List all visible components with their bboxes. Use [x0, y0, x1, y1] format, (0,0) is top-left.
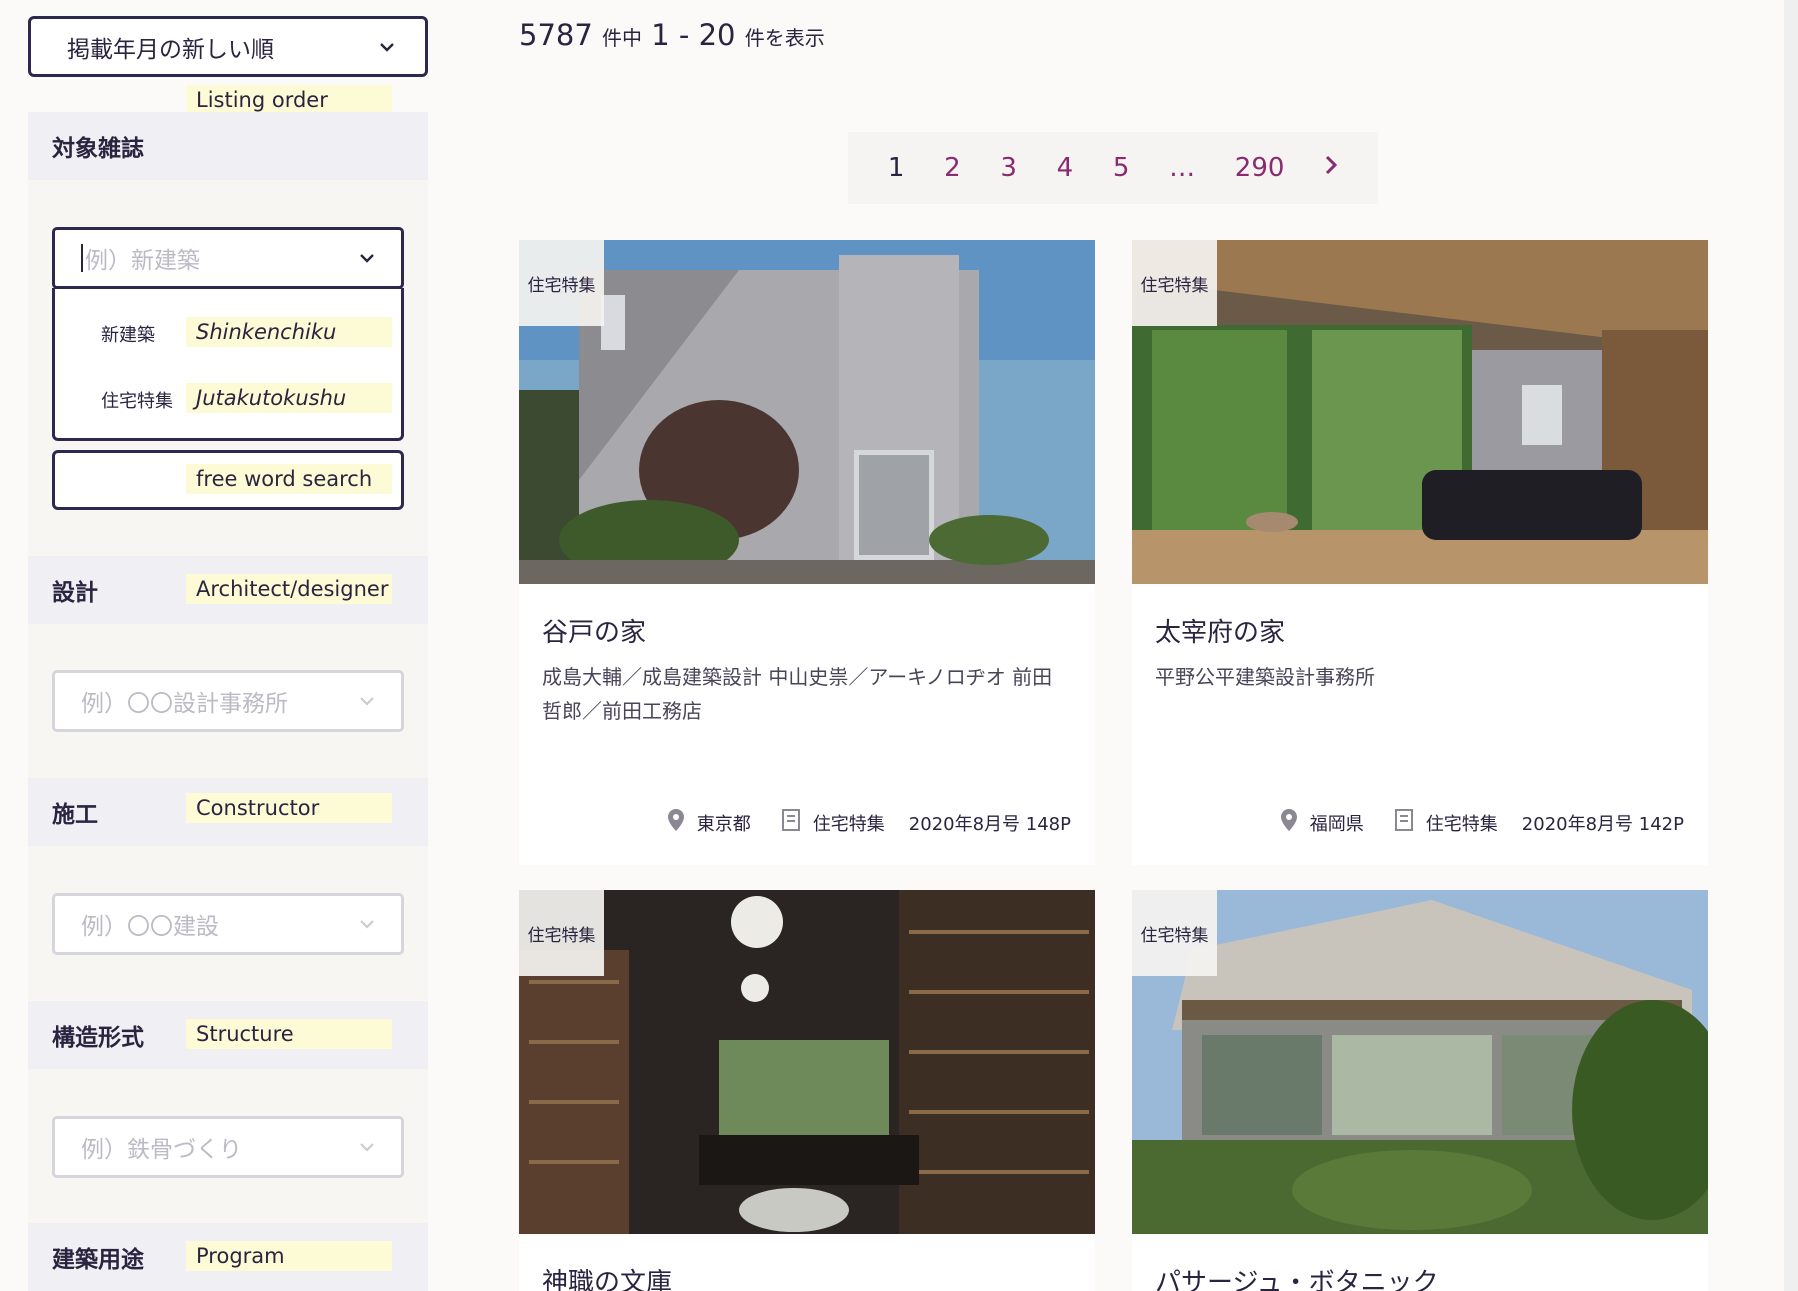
article-card[interactable]: 住宅特集 パサージュ・ボタニック: [1132, 890, 1708, 1291]
constructor-note: Constructor: [186, 793, 392, 823]
magazine-placeholder: 例）新建築: [85, 248, 200, 274]
constructor-placeholder: 例）〇〇建設: [81, 914, 219, 940]
structure-placeholder: 例）鉄骨づくり: [81, 1137, 242, 1163]
program-note: Program: [186, 1241, 392, 1271]
article-photo[interactable]: [1132, 240, 1708, 584]
page-4[interactable]: 4: [1057, 153, 1074, 183]
page-5[interactable]: 5: [1113, 153, 1130, 183]
magazine-icon: [781, 808, 801, 837]
page-3[interactable]: 3: [1000, 153, 1017, 183]
magazine-tag: 住宅特集: [1132, 890, 1217, 976]
magazine-icon: [1394, 808, 1414, 837]
article-issue: 2020年8月号 148P: [908, 813, 1071, 835]
sort-order-note: Listing order: [186, 85, 392, 115]
article-magazine: 住宅特集: [812, 813, 885, 835]
sort-order-select[interactable]: 掲載年月の新しい順: [28, 16, 428, 77]
location-pin-icon: [667, 808, 685, 837]
article-meta: 東京都 住宅特集 2020年8月号 148P: [667, 808, 1071, 837]
structure-select[interactable]: 例）鉄骨づくり: [52, 1116, 404, 1178]
designer-select[interactable]: 例）〇〇設計事務所: [52, 670, 404, 732]
article-title[interactable]: パサージュ・ボタニック: [1155, 1262, 1439, 1291]
option-note-jutakutokushu: Jutakutokushu: [186, 383, 392, 413]
article-title[interactable]: 谷戸の家: [542, 612, 646, 649]
scrollbar[interactable]: [1784, 0, 1798, 1291]
article-card[interactable]: 住宅特集 谷戸の家 成島大輔／成島建築設計 中山史祟／アーキノロヂオ 前田哲郎／…: [519, 240, 1095, 865]
magazine-option-shinkenchiku[interactable]: 新建築: [101, 321, 155, 347]
constructor-select[interactable]: 例）〇〇建設: [52, 893, 404, 955]
pagination: 1 2 3 4 5 … 290: [848, 132, 1378, 204]
chevron-down-icon: [359, 919, 375, 929]
magazine-heading: 対象雑誌: [28, 112, 428, 180]
page-ellipsis: …: [1169, 153, 1196, 183]
article-title[interactable]: 神職の文庫: [542, 1262, 672, 1291]
magazine-dropdown: 新建築 住宅特集: [52, 288, 404, 441]
chevron-down-icon: [359, 253, 375, 263]
chevron-right-icon[interactable]: [1324, 153, 1338, 183]
chevron-down-icon: [359, 696, 375, 706]
article-card[interactable]: 住宅特集 神職の文庫: [519, 890, 1095, 1291]
article-card[interactable]: 住宅特集 太宰府の家 平野公平建築設計事務所 福岡県 住宅特集 2020年8月号…: [1132, 240, 1708, 865]
designer-placeholder: 例）〇〇設計事務所: [81, 691, 288, 717]
chevron-down-icon: [379, 42, 395, 52]
article-photo[interactable]: [519, 240, 1095, 584]
magazine-tag: 住宅特集: [519, 240, 604, 326]
article-title[interactable]: 太宰府の家: [1155, 612, 1285, 649]
page-2[interactable]: 2: [944, 153, 961, 183]
free-word-note: free word search: [186, 464, 392, 494]
sort-order-value: 掲載年月の新しい順: [67, 36, 274, 63]
magazine-select[interactable]: 例）新建築: [52, 227, 404, 289]
option-note-shinkenchiku: Shinkenchiku: [186, 317, 392, 347]
structure-note: Structure: [186, 1019, 392, 1049]
page-1[interactable]: 1: [888, 153, 905, 183]
magazine-tag: 住宅特集: [519, 890, 604, 976]
magazine-tag: 住宅特集: [1132, 240, 1217, 326]
designer-note: Architect/designer: [186, 574, 392, 604]
magazine-option-jutakutokushu[interactable]: 住宅特集: [101, 387, 173, 413]
article-magazine: 住宅特集: [1425, 813, 1498, 835]
text-cursor: [81, 244, 83, 272]
article-location: 東京都: [696, 813, 751, 835]
article-photo[interactable]: [519, 890, 1095, 1234]
article-meta: 福岡県 住宅特集 2020年8月号 142P: [1280, 808, 1684, 837]
location-pin-icon: [1280, 808, 1298, 837]
article-designers: 成島大輔／成島建築設計 中山史祟／アーキノロヂオ 前田哲郎／前田工務店: [542, 665, 1053, 723]
chevron-down-icon: [359, 1142, 375, 1152]
results-count: 5787 件中 1 - 20 件を表示: [519, 18, 825, 52]
page-290[interactable]: 290: [1235, 153, 1285, 183]
article-location: 福岡県: [1309, 813, 1364, 835]
article-photo[interactable]: [1132, 890, 1708, 1234]
article-issue: 2020年8月号 142P: [1521, 813, 1684, 835]
article-designers: 平野公平建築設計事務所: [1155, 665, 1375, 689]
